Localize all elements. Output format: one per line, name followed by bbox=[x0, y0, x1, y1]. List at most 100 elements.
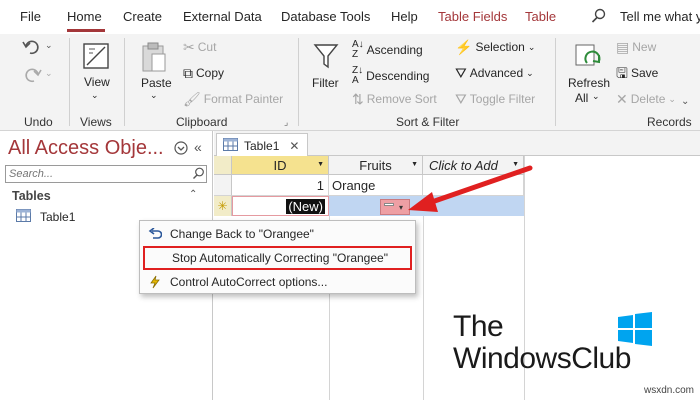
refresh-dropdown-icon[interactable]: ⌄ bbox=[592, 91, 600, 102]
dialog-launcher-icon[interactable]: ⌟ bbox=[284, 117, 288, 128]
column-header-id[interactable]: ID ▼ bbox=[232, 156, 329, 175]
search-icon bbox=[591, 8, 607, 27]
undo-dropdown-icon[interactable]: ⌄ bbox=[45, 40, 53, 51]
refresh-all-label[interactable]: All bbox=[575, 91, 588, 105]
refresh-icon[interactable] bbox=[572, 40, 604, 72]
table-icon bbox=[16, 209, 31, 225]
filter-icon[interactable] bbox=[310, 40, 342, 72]
tab-label: Table1 bbox=[244, 138, 280, 153]
cut-button: ✂ Cut bbox=[183, 40, 216, 54]
column-header-label: ID bbox=[273, 157, 287, 173]
save-icon: 🖫 bbox=[616, 65, 628, 81]
new-marker: (New) bbox=[286, 198, 325, 214]
paintbrush-icon: 🖌 bbox=[183, 91, 201, 107]
remove-sort-button: ⇅ Remove Sort bbox=[352, 92, 437, 106]
menu-external-data[interactable]: External Data bbox=[183, 9, 262, 24]
collapse-section-icon[interactable]: ⌃ bbox=[189, 189, 197, 200]
redo-icon bbox=[22, 66, 42, 87]
delete-label: Delete bbox=[630, 92, 666, 106]
format-painter-label: Format Painter bbox=[203, 92, 284, 106]
search-icon[interactable] bbox=[192, 167, 205, 183]
windows-logo-icon bbox=[618, 312, 652, 349]
new-record-icon: ▤ bbox=[616, 39, 630, 55]
descending-label: Descending bbox=[366, 69, 430, 83]
menu-file[interactable]: File bbox=[20, 9, 41, 24]
table-icon bbox=[223, 137, 238, 154]
menu-item-change-back[interactable]: Change Back to "Orangee" bbox=[140, 222, 415, 246]
autocorrect-icon bbox=[384, 203, 394, 206]
more-options-icon[interactable]: ⌄ bbox=[681, 96, 689, 107]
menu-item-label: Change Back to "Orangee" bbox=[170, 227, 314, 241]
advanced-filter-icon: ⛛ bbox=[455, 65, 467, 81]
ascending-button[interactable]: A↓ Z Ascending bbox=[352, 40, 423, 60]
selection-button[interactable]: ⚡ Selection ⌄ bbox=[455, 40, 535, 54]
group-separator bbox=[69, 38, 70, 126]
save-button[interactable]: 🖫 Save bbox=[616, 66, 658, 80]
tell-me-box[interactable]: Tell me what y bbox=[620, 9, 700, 24]
column-dropdown-icon[interactable]: ▼ bbox=[317, 161, 324, 168]
footer-watermark: wsxdn.com bbox=[644, 385, 695, 396]
row-selector[interactable] bbox=[214, 175, 232, 196]
menu-table-fields[interactable]: Table Fields bbox=[438, 9, 507, 24]
copy-icon: ⧉ bbox=[183, 65, 193, 81]
nav-search-box bbox=[5, 165, 207, 183]
nav-dropdown-icon[interactable] bbox=[174, 141, 188, 158]
group-label-clipboard: Clipboard bbox=[176, 115, 228, 129]
nav-item-label: Table1 bbox=[40, 210, 76, 224]
menu-item-label: Stop Automatically Correcting "Orangee" bbox=[172, 251, 388, 265]
menu-item-autocorrect-options[interactable]: Control AutoCorrect options... bbox=[140, 270, 415, 294]
cell-new-id[interactable]: (New) bbox=[232, 196, 329, 216]
tab-table1[interactable]: Table1 ✕ bbox=[216, 133, 308, 157]
descending-button[interactable]: Z↓ A Descending bbox=[352, 66, 429, 86]
nav-search-input[interactable] bbox=[6, 166, 186, 182]
toggle-filter-label: Toggle Filter bbox=[469, 92, 536, 106]
format-painter-button: 🖌 Format Painter bbox=[183, 92, 283, 106]
nav-item-table1[interactable]: Table1 bbox=[16, 209, 75, 225]
refresh-button[interactable]: Refresh bbox=[568, 76, 610, 90]
menu-database-tools[interactable]: Database Tools bbox=[281, 9, 370, 24]
view-button[interactable]: View bbox=[84, 75, 110, 89]
group-label-sort-filter: Sort & Filter bbox=[396, 115, 460, 129]
nav-pane-title[interactable]: All Access Obje... bbox=[8, 137, 164, 160]
advanced-dropdown-icon: ⌄ bbox=[526, 67, 534, 78]
redo-dropdown-icon: ⌄ bbox=[45, 68, 53, 78]
menu-help[interactable]: Help bbox=[391, 9, 418, 24]
group-separator bbox=[555, 38, 556, 126]
new-record-star-icon[interactable]: ✳ bbox=[214, 196, 232, 216]
group-separator bbox=[298, 38, 299, 126]
grid-line bbox=[423, 216, 424, 400]
advanced-button[interactable]: ⛛ Advanced ⌄ bbox=[455, 66, 534, 80]
paste-button[interactable]: Paste bbox=[141, 76, 172, 90]
collapse-pane-icon[interactable]: « bbox=[194, 139, 202, 155]
new-label: New bbox=[632, 40, 657, 54]
menu-create[interactable]: Create bbox=[123, 9, 162, 24]
column-header-label: Fruits bbox=[359, 157, 392, 173]
group-label-views: Views bbox=[80, 115, 112, 129]
copy-label: Copy bbox=[196, 66, 225, 80]
toggle-filter-icon: ⛛ bbox=[455, 91, 467, 107]
cell-id[interactable]: 1 bbox=[232, 175, 329, 196]
close-icon[interactable]: ✕ bbox=[289, 139, 299, 153]
save-label: Save bbox=[630, 66, 659, 80]
view-dropdown-icon[interactable]: ⌄ bbox=[91, 90, 99, 101]
filter-button[interactable]: Filter bbox=[312, 76, 339, 90]
copy-button[interactable]: ⧉ Copy bbox=[183, 66, 224, 80]
group-separator bbox=[124, 38, 125, 126]
ascending-label: Ascending bbox=[366, 43, 423, 57]
paste-dropdown-icon[interactable]: ⌄ bbox=[150, 90, 158, 101]
undo-icon[interactable] bbox=[22, 38, 42, 59]
menu-item-stop-correcting[interactable]: Stop Automatically Correcting "Orangee" bbox=[143, 246, 412, 270]
watermark-logo: The WindowsClub bbox=[450, 310, 652, 380]
menu-home[interactable]: Home bbox=[67, 9, 102, 24]
watermark-text-the: The bbox=[453, 310, 504, 343]
menu-table[interactable]: Table bbox=[525, 9, 556, 24]
view-icon[interactable] bbox=[80, 40, 112, 72]
selection-dropdown-icon: ⌄ bbox=[527, 41, 536, 52]
delete-button: ✕ Delete ⌄ bbox=[616, 92, 676, 106]
autocorrect-context-menu: Change Back to "Orangee" Stop Automatica… bbox=[139, 220, 416, 294]
lightning-icon bbox=[140, 275, 170, 289]
ribbon: ⌄ ⌄ Undo View ⌄ Views Paste ⌄ ✂ Cut ⧉ Copy… bbox=[0, 34, 700, 131]
paste-icon[interactable] bbox=[139, 40, 169, 74]
select-all-corner[interactable] bbox=[214, 156, 232, 175]
nav-section-tables[interactable]: Tables bbox=[12, 189, 51, 203]
